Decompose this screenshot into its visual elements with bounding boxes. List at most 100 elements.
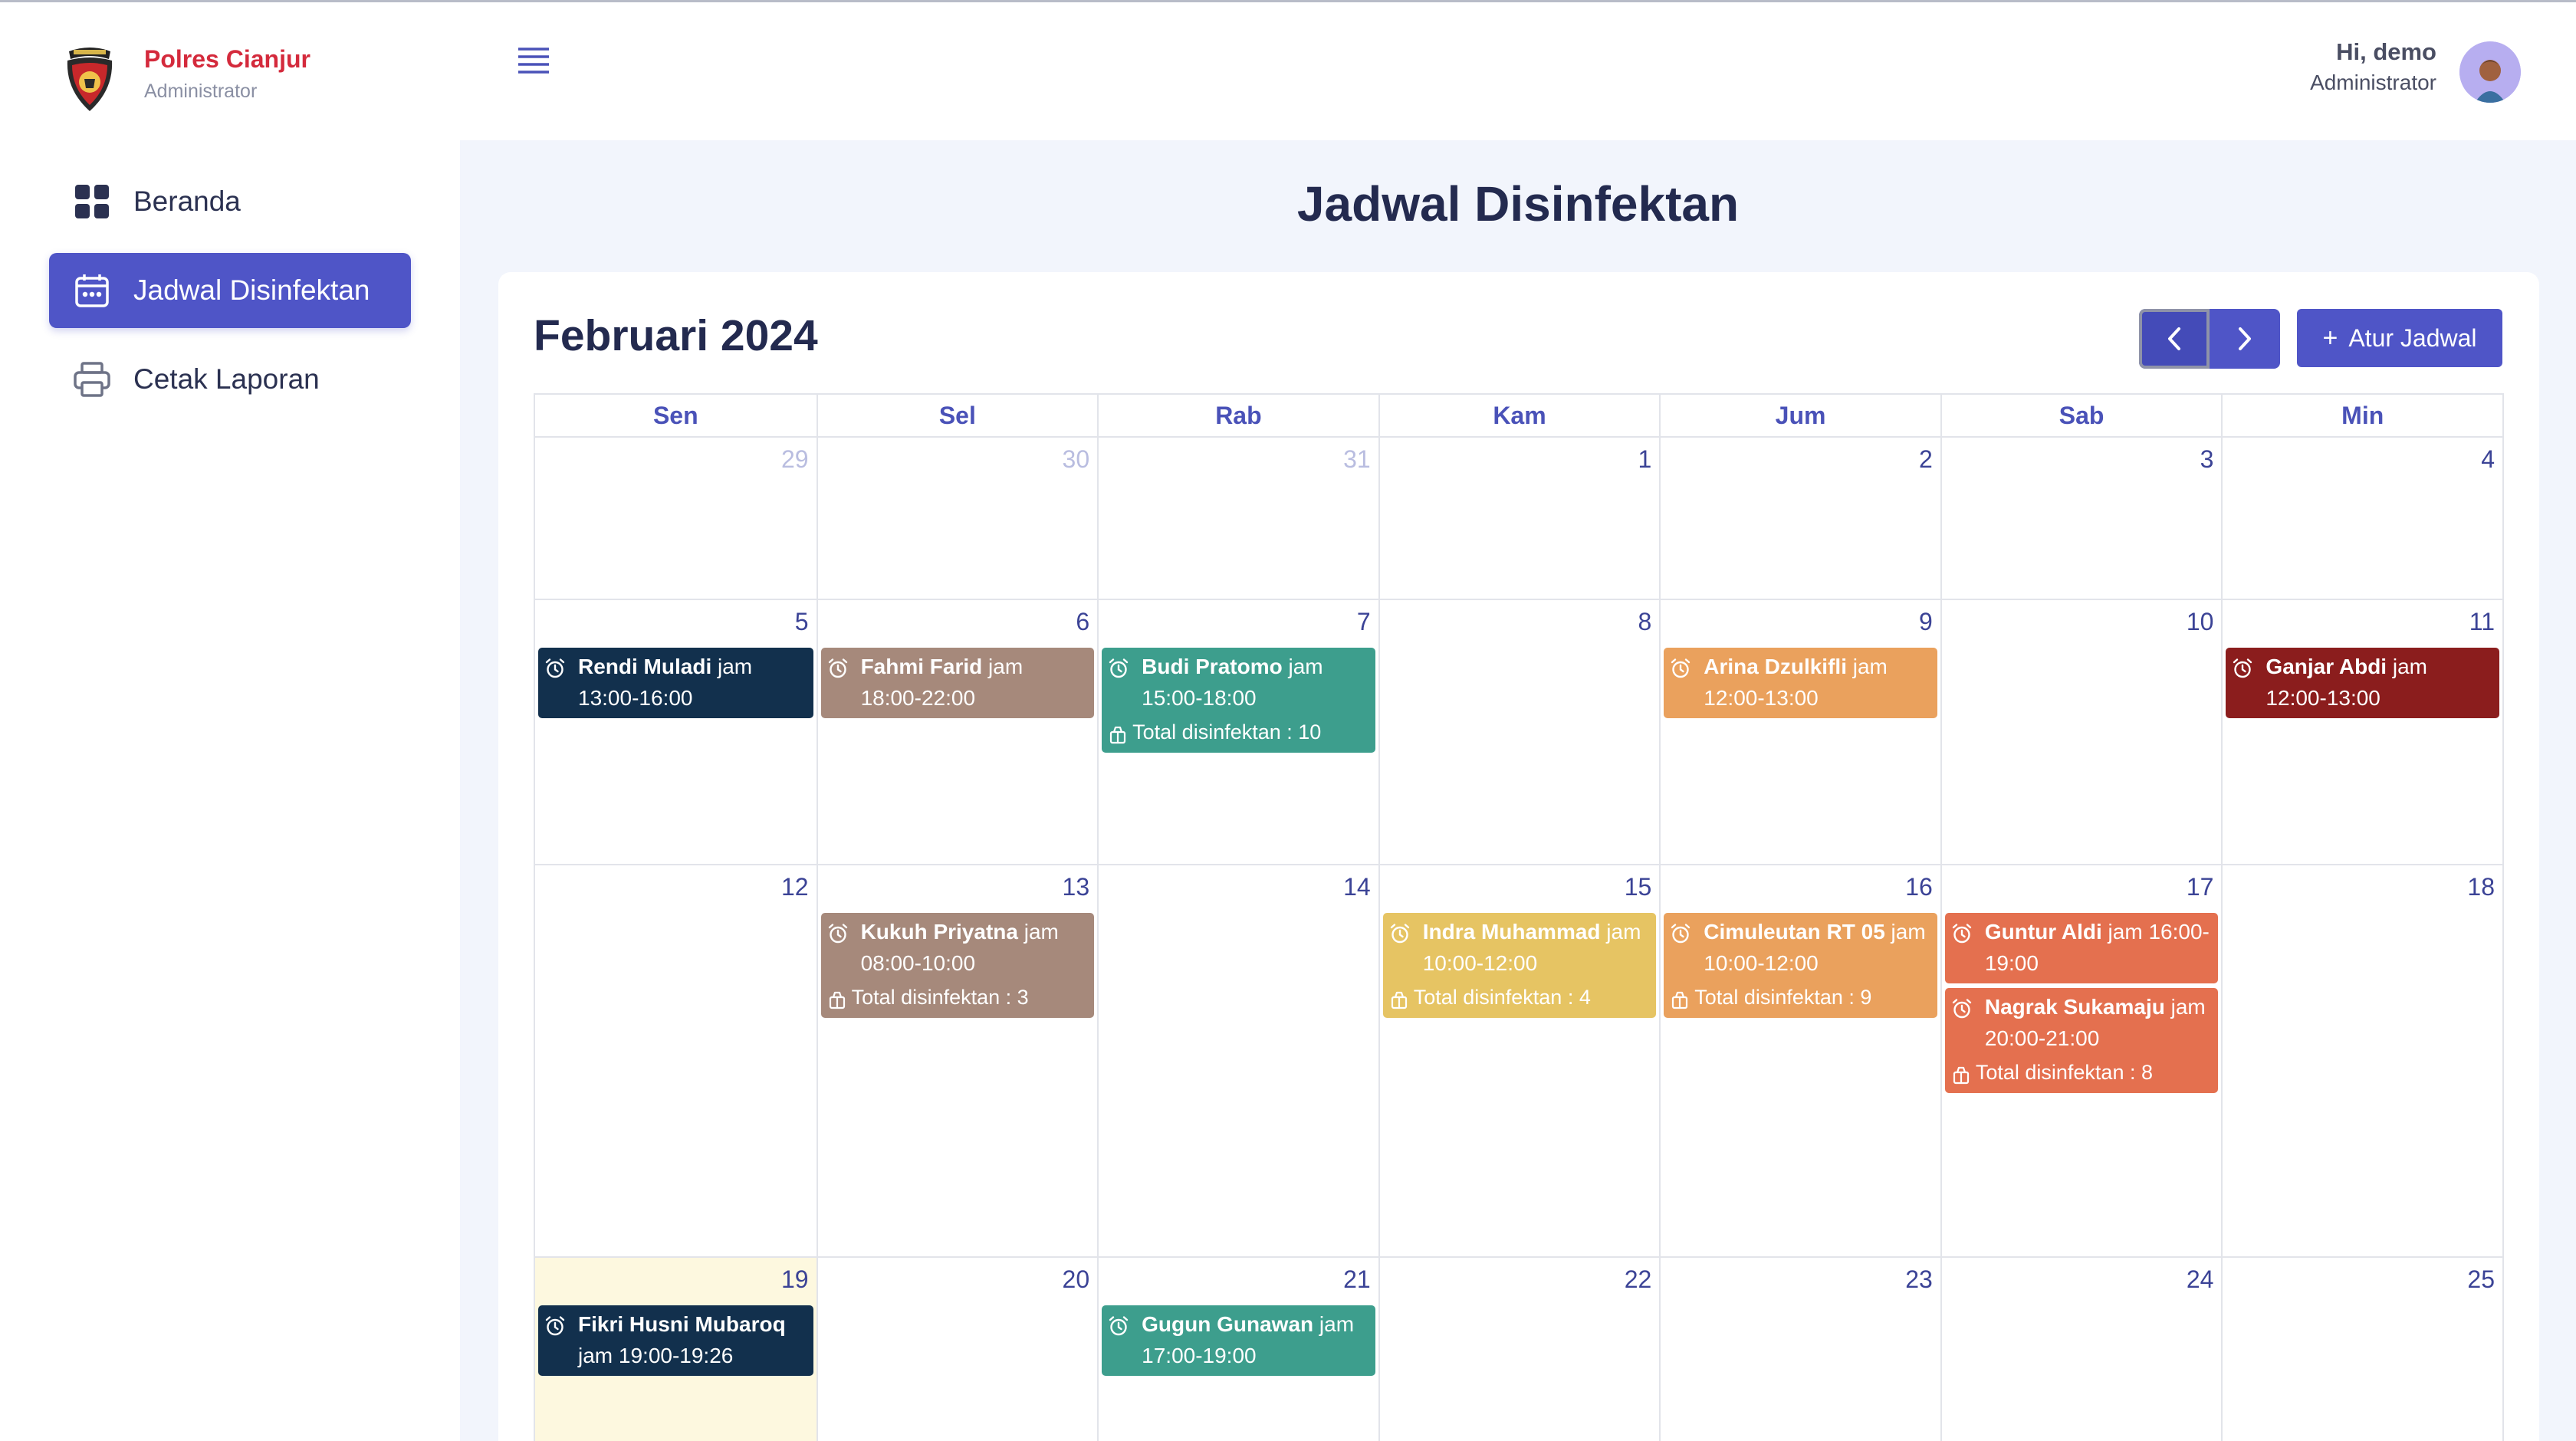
event-header: Nagrak Sukamaju jam 20:00-21:00	[1951, 991, 2213, 1054]
schedule-event[interactable]: Guntur Aldi jam 16:00-19:00	[1944, 913, 2219, 983]
schedule-event[interactable]: Fikri Husni Mubaroq jam 19:00-19:26	[538, 1305, 813, 1376]
calendar-day[interactable]: 6 Fahmi Farid jam 18:00-22:00	[816, 600, 1098, 864]
day-number[interactable]: 2	[1919, 445, 1933, 474]
calendar-day[interactable]: 17 Guntur Aldi jam 16:00-19:00 Nagrak Suka…	[1940, 865, 2222, 1256]
event-header: Gugun Gunawan jam 17:00-19:00	[1108, 1308, 1369, 1371]
calendar-week: 19 Fikri Husni Mubaroq jam 19:00-19:26 20 2…	[534, 1258, 2504, 1441]
menu-toggle-icon[interactable]	[515, 44, 558, 83]
event-name: Budi Pratomo	[1142, 655, 1283, 678]
day-number[interactable]: 17	[2187, 873, 2214, 901]
schedule-event[interactable]: Fahmi Farid jam 18:00-22:00	[820, 648, 1095, 718]
day-number[interactable]: 25	[2467, 1265, 2495, 1294]
calendar-day[interactable]: 23	[1659, 1258, 1940, 1441]
schedule-event[interactable]: Budi Pratomo jam 15:00-18:00 Total disinf…	[1102, 648, 1375, 753]
calendar-day[interactable]: 9 Arina Dzulkifli jam 12:00-13:00	[1659, 600, 1940, 864]
calendar-day[interactable]: 1	[1378, 438, 1660, 599]
sidebar-item-beranda[interactable]: Beranda	[49, 164, 411, 239]
day-number[interactable]: 14	[1343, 873, 1371, 901]
next-month-button[interactable]	[2210, 309, 2280, 369]
calendar-day[interactable]: 5 Rendi Muladi jam 13:00-16:00	[535, 600, 816, 864]
event-total-text: Total disinfektan : 8	[1975, 1061, 2153, 1084]
calendar-day[interactable]: 10	[1940, 600, 2222, 864]
schedule-event[interactable]: Ganjar Abdi jam 12:00-13:00	[2226, 648, 2499, 718]
day-number[interactable]: 16	[1905, 873, 1933, 901]
day-number[interactable]: 1	[1638, 445, 1651, 474]
day-number[interactable]: 11	[2469, 608, 2495, 636]
day-number[interactable]: 20	[1063, 1265, 1090, 1294]
calendar-day[interactable]: 14	[1097, 865, 1378, 1256]
calendar-day[interactable]: 4	[2221, 438, 2502, 599]
day-number[interactable]: 30	[1063, 445, 1090, 474]
schedule-event[interactable]: Cimuleutan RT 05 jam 10:00-12:00 Total di…	[1664, 913, 1937, 1018]
alarm-clock-icon	[827, 921, 849, 944]
atur-jadwal-label: Atur Jadwal	[2348, 323, 2477, 352]
calendar-day[interactable]: 24	[1940, 1258, 2222, 1441]
day-number[interactable]: 23	[1905, 1265, 1933, 1294]
schedule-event[interactable]: Rendi Muladi jam 13:00-16:00	[538, 648, 813, 718]
event-total-text: Total disinfektan : 9	[1694, 986, 1872, 1009]
prev-month-button[interactable]	[2139, 309, 2210, 369]
day-number[interactable]: 8	[1638, 608, 1651, 636]
calendar-day[interactable]: 15 Indra Muhammad jam 10:00-12:00 Total di…	[1378, 865, 1660, 1256]
day-number[interactable]: 7	[1357, 608, 1371, 636]
day-number[interactable]: 12	[781, 873, 809, 901]
calendar-day[interactable]: 3	[1940, 438, 2222, 599]
calendar-day[interactable]: 16 Cimuleutan RT 05 jam 10:00-12:00 Total …	[1659, 865, 1940, 1256]
sidebar-item-jadwal-disinfektan[interactable]: Jadwal Disinfektan	[49, 253, 411, 328]
calendar-day[interactable]: 31	[1097, 438, 1378, 599]
calendar-day[interactable]: 11 Ganjar Abdi jam 12:00-13:00	[2221, 600, 2502, 864]
calendar-day[interactable]: 29	[535, 438, 816, 599]
event-name: Arina Dzulkifli	[1704, 655, 1847, 678]
day-number[interactable]: 31	[1343, 445, 1371, 474]
schedule-event[interactable]: Indra Muhammad jam 10:00-12:00 Total disi…	[1382, 913, 1657, 1018]
calendar-icon	[71, 269, 113, 312]
month-title: Februari 2024	[534, 311, 818, 360]
event-name: Rendi Muladi	[578, 655, 712, 678]
calendar-day[interactable]: 30	[816, 438, 1098, 599]
event-text: Indra Muhammad jam 10:00-12:00	[1423, 916, 1651, 979]
schedule-event[interactable]: Kukuh Priyatna jam 08:00-10:00 Total disi…	[820, 913, 1095, 1018]
atur-jadwal-button[interactable]: + Atur Jadwal	[2297, 309, 2502, 367]
day-number[interactable]: 9	[1919, 608, 1933, 636]
event-header: Kukuh Priyatna jam 08:00-10:00	[827, 916, 1089, 979]
calendar-day-today[interactable]: 19 Fikri Husni Mubaroq jam 19:00-19:26	[535, 1258, 816, 1441]
user-greeting[interactable]: Hi, demo Administrator	[2310, 38, 2436, 95]
schedule-event[interactable]: Gugun Gunawan jam 17:00-19:00	[1102, 1305, 1375, 1376]
event-text: Budi Pratomo jam 15:00-18:00	[1142, 651, 1369, 714]
calendar-day[interactable]: 8	[1378, 600, 1660, 864]
calendar-day[interactable]: 13 Kukuh Priyatna jam 08:00-10:00 Total di…	[816, 865, 1098, 1256]
day-number[interactable]: 18	[2467, 873, 2495, 901]
day-number[interactable]: 4	[2481, 445, 2495, 474]
day-number[interactable]: 19	[781, 1265, 809, 1294]
day-number[interactable]: 5	[795, 608, 809, 636]
calendar-day[interactable]: 18	[2221, 865, 2502, 1256]
calendar-day[interactable]: 20	[816, 1258, 1098, 1441]
day-number[interactable]: 13	[1063, 873, 1090, 901]
calendar-day[interactable]: 12	[535, 865, 816, 1256]
calendar-day[interactable]: 22	[1378, 1258, 1660, 1441]
sidebar-item-cetak-laporan[interactable]: Cetak Laporan	[49, 342, 411, 417]
event-total-text: Total disinfektan : 10	[1132, 720, 1322, 743]
calendar-day[interactable]: 25	[2221, 1258, 2502, 1441]
event-total: Total disinfektan : 4	[1389, 982, 1651, 1013]
weekday-header: Sel	[816, 395, 1098, 436]
chevron-right-icon	[2239, 327, 2251, 350]
page-title: Jadwal Disinfektan	[1296, 176, 1740, 231]
day-number[interactable]: 22	[1625, 1265, 1652, 1294]
brand[interactable]: Polres Cianjur Administrator	[63, 41, 431, 117]
day-number[interactable]: 29	[781, 445, 809, 474]
schedule-event[interactable]: Nagrak Sukamaju jam 20:00-21:00 Total dis…	[1944, 988, 2219, 1093]
schedule-event[interactable]: Arina Dzulkifli jam 12:00-13:00	[1664, 648, 1937, 718]
calendar-day[interactable]: 7 Budi Pratomo jam 15:00-18:00 Total disin…	[1097, 600, 1378, 864]
calendar-day[interactable]: 21 Gugun Gunawan jam 17:00-19:00	[1097, 1258, 1378, 1441]
day-number[interactable]: 10	[2187, 608, 2214, 636]
day-number[interactable]: 21	[1343, 1265, 1371, 1294]
day-number[interactable]: 6	[1076, 608, 1089, 636]
day-number[interactable]: 15	[1625, 873, 1652, 901]
day-number[interactable]: 24	[2187, 1265, 2214, 1294]
calendar-day[interactable]: 2	[1659, 438, 1940, 599]
avatar[interactable]	[2459, 41, 2521, 103]
event-header: Rendi Muladi jam 13:00-16:00	[544, 651, 807, 714]
day-number[interactable]: 3	[2200, 445, 2214, 474]
alarm-clock-icon	[1670, 656, 1691, 678]
